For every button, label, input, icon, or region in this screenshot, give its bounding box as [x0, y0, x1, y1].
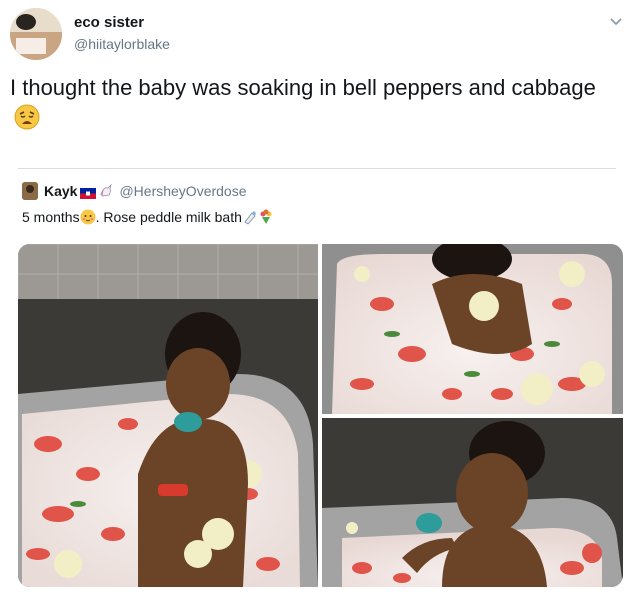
quoted-display-name: Kayk	[44, 183, 78, 199]
baby-in-sink-photo-2[interactable]	[322, 244, 623, 414]
tweet-header: eco sister @hiitaylorblake	[10, 8, 630, 60]
tweet-body: I thought the baby was soaking in bell p…	[10, 75, 596, 100]
avatar[interactable]	[10, 8, 62, 60]
baby-in-sink-photo-3[interactable]	[322, 418, 623, 587]
quoted-tweet-text: 5 months . Rose peddle milk bath	[22, 209, 274, 225]
quoted-text-prefix: 5 months	[22, 209, 80, 225]
avatar	[22, 182, 38, 200]
chevron-down-icon[interactable]	[608, 14, 624, 30]
tweet-text: I thought the baby was soaking in bell p…	[10, 72, 620, 138]
rose-bouquet-icon	[258, 209, 274, 225]
haiti-flag-icon	[80, 186, 97, 199]
weary-face-icon	[14, 104, 40, 138]
unicorn-icon	[99, 183, 113, 198]
blushing-face-icon	[80, 209, 96, 225]
quoted-user-handle: @HersheyOverdose	[119, 183, 247, 199]
milk-bottle-icon	[242, 209, 258, 225]
display-name[interactable]: eco sister	[74, 14, 144, 31]
baby-in-sink-photo-1[interactable]	[18, 244, 318, 587]
quoted-tweet-header: Kayk @HersheyOverdose	[22, 181, 247, 201]
user-handle[interactable]: @hiitaylorblake	[74, 36, 170, 52]
quoted-text-suffix: . Rose peddle milk bath	[95, 209, 242, 225]
